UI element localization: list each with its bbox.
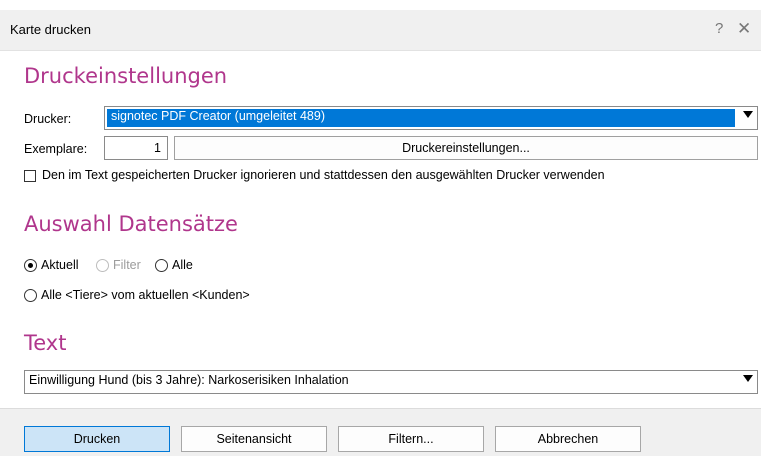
radio-filter <box>96 259 109 272</box>
cancel-button[interactable]: Abbrechen <box>495 426 641 452</box>
ignore-printer-checkbox[interactable] <box>24 170 36 182</box>
title-bar: Karte drucken ? ✕ <box>0 10 761 51</box>
text-select-value: Einwilligung Hund (bis 3 Jahre): Narkose… <box>29 373 349 387</box>
printer-settings-button[interactable]: Druckereinstellungen... <box>174 136 758 160</box>
help-icon[interactable]: ? <box>715 20 723 37</box>
footer-bar: Drucken Seitenansicht Filtern... Abbrech… <box>0 408 761 456</box>
radio-alle[interactable] <box>155 259 168 272</box>
close-icon[interactable]: ✕ <box>737 19 751 39</box>
section-heading-druckeinstellungen: Druckeinstellungen <box>24 64 228 88</box>
preview-button[interactable]: Seitenansicht <box>181 426 327 452</box>
text-select[interactable]: Einwilligung Hund (bis 3 Jahre): Narkose… <box>24 370 758 394</box>
section-heading-auswahl: Auswahl Datensätze <box>24 212 238 236</box>
printer-select-value: signotec PDF Creator (umgeleitet 489) <box>111 109 325 123</box>
copies-input[interactable]: 1 <box>104 136 168 160</box>
radio-aktuell-label[interactable]: Aktuell <box>41 258 79 272</box>
section-heading-text: Text <box>24 331 67 355</box>
chevron-down-icon[interactable] <box>743 375 753 382</box>
window-title: Karte drucken <box>10 22 91 37</box>
radio-aktuell[interactable] <box>24 259 37 272</box>
copies-label: Exemplare: <box>24 142 88 156</box>
print-button[interactable]: Drucken <box>24 426 170 452</box>
filter-button[interactable]: Filtern... <box>338 426 484 452</box>
radio-alle-label[interactable]: Alle <box>172 258 193 272</box>
chevron-down-icon[interactable] <box>743 111 753 118</box>
radio-alle-tiere-label[interactable]: Alle <Tiere> vom aktuellen <Kunden> <box>41 288 250 302</box>
printer-label: Drucker: <box>24 112 72 126</box>
ignore-printer-label[interactable]: Den im Text gespeicherten Drucker ignori… <box>42 168 605 182</box>
printer-select[interactable]: signotec PDF Creator (umgeleitet 489) <box>104 106 758 130</box>
radio-alle-tiere[interactable] <box>24 289 37 302</box>
radio-filter-label: Filter <box>113 258 141 272</box>
